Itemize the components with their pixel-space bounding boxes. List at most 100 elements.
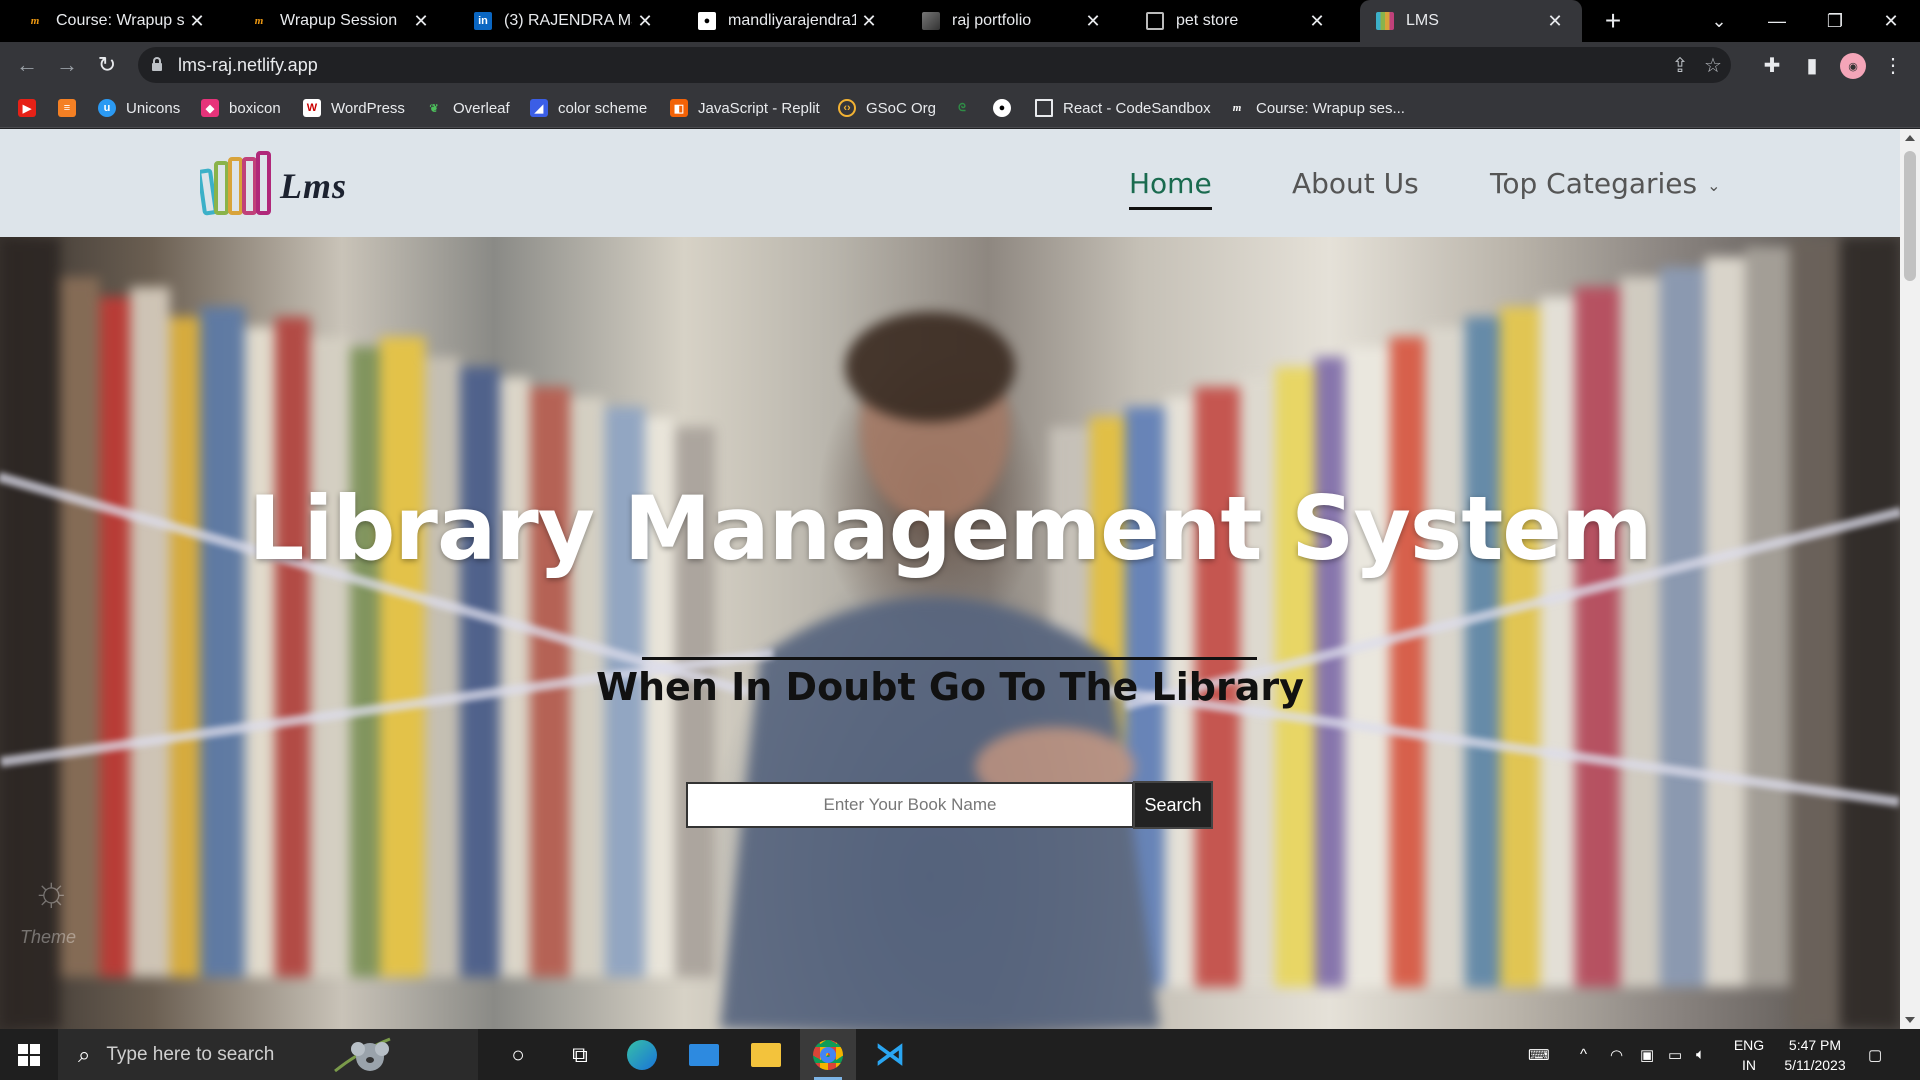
bookmark-star-icon[interactable]: ☆ xyxy=(1701,53,1725,77)
file-explorer-icon[interactable] xyxy=(738,1029,794,1080)
library-background-image xyxy=(0,237,1900,1029)
mail-icon[interactable] xyxy=(676,1029,732,1080)
koala-search-highlight-icon xyxy=(334,1037,391,1073)
nav-dropdown-label: Top Categaries xyxy=(1490,167,1698,200)
books-logo-icon xyxy=(197,151,271,216)
browser-tab-active[interactable]: LMS ✕ xyxy=(1360,0,1582,42)
browser-tab-strip: m Course: Wrapup sessio ✕ m Wrapup Sessi… xyxy=(0,0,1920,42)
wordpress-icon: W xyxy=(303,99,321,117)
taskbar-search-box[interactable]: ⌕ Type here to search xyxy=(58,1029,478,1080)
bookmark-item[interactable]: ◆ boxicon xyxy=(201,96,281,120)
browser-tab[interactable]: m Wrapup Session ✕ xyxy=(224,0,448,42)
clock-date: 5/11/2023 xyxy=(1784,1057,1846,1073)
tab-search-chevron-icon[interactable]: ⌄ xyxy=(1690,0,1748,42)
edge-icon[interactable] xyxy=(614,1029,670,1080)
scroll-up-arrow-icon[interactable] xyxy=(1905,135,1915,141)
keyboard-icon[interactable]: ⌨ xyxy=(1528,1029,1550,1080)
linkedin-icon: in xyxy=(474,12,492,30)
url-text[interactable]: lms-raj.netlify.app xyxy=(178,55,318,76)
bookmark-label: Overleaf xyxy=(453,99,510,117)
hero-section: Library Management System When In Doubt … xyxy=(0,237,1900,1029)
close-icon[interactable]: ✕ xyxy=(1542,8,1568,34)
window-close-icon[interactable]: ✕ xyxy=(1862,0,1920,42)
bookmark-item[interactable]: ◧ JavaScript - Replit xyxy=(670,96,820,120)
bookmark-item[interactable]: React - CodeSandbox xyxy=(1035,96,1211,120)
start-button[interactable] xyxy=(0,1029,58,1080)
language-indicator[interactable]: ENG IN xyxy=(1732,1035,1766,1075)
web-page: Lms Home About Us Top Categaries ⌄ Libra… xyxy=(0,129,1900,1029)
notifications-icon[interactable]: ▢ xyxy=(1868,1029,1882,1080)
vscode-icon[interactable]: ⋊ xyxy=(862,1029,918,1080)
battery-icon[interactable]: ▭ xyxy=(1668,1029,1682,1080)
volume-icon[interactable]: 🔈︎ xyxy=(1696,1029,1705,1080)
tab-title: (3) RAJENDRA Mandli xyxy=(504,12,632,29)
sun-icon: ☼ xyxy=(32,867,71,914)
close-icon[interactable]: ✕ xyxy=(1080,8,1106,34)
side-panel-icon[interactable]: ▮ xyxy=(1797,50,1827,80)
bookmarks-bar: ▶ ≡ u Unicons ◆ boxicon W WordPress ❦ Ov… xyxy=(0,88,1920,128)
clock-time: 5:47 PM xyxy=(1788,1037,1842,1053)
new-tab-plus-icon[interactable]: + xyxy=(1598,5,1628,36)
lock-icon[interactable] xyxy=(152,57,162,71)
extensions-puzzle-icon[interactable]: ✚ xyxy=(1757,50,1787,80)
tray-chevron-up-icon[interactable]: ^ xyxy=(1580,1029,1587,1080)
gfg-icon: ᘓ xyxy=(958,101,966,114)
forward-arrow-icon[interactable]: → xyxy=(52,50,82,80)
system-clock[interactable]: 5:47 PM 5/11/2023 xyxy=(1770,1035,1860,1075)
share-icon[interactable]: ⇪ xyxy=(1668,53,1692,77)
taskbar-search-placeholder: Type here to search xyxy=(106,1043,275,1065)
close-icon[interactable]: ✕ xyxy=(1304,8,1330,34)
bookmark-item[interactable]: ◢ color scheme xyxy=(530,96,647,120)
overleaf-icon: ❦ xyxy=(429,102,439,115)
browser-tab[interactable]: raj portfolio ✕ xyxy=(896,0,1120,42)
close-icon[interactable]: ✕ xyxy=(856,8,882,34)
nav-link-home[interactable]: Home xyxy=(1129,167,1212,210)
minimize-icon[interactable]: — xyxy=(1748,0,1806,42)
site-logo[interactable]: Lms xyxy=(197,151,370,217)
nav-dropdown-categories[interactable]: Top Categaries ⌄ xyxy=(1490,167,1721,200)
task-view-icon[interactable]: ⧉ xyxy=(552,1029,608,1080)
menu-kebab-icon[interactable]: ⋮ xyxy=(1878,50,1908,80)
book-search-input[interactable] xyxy=(686,782,1134,828)
browser-tab[interactable]: m Course: Wrapup sessio ✕ xyxy=(0,0,224,42)
bookmark-item[interactable]: ▶ xyxy=(18,96,46,120)
tab-title: mandliyarajendra11 (r xyxy=(728,12,856,29)
bookmark-item[interactable]: u Unicons xyxy=(98,96,180,120)
bookmark-label: WordPress xyxy=(331,99,405,117)
hero-title: Library Management System xyxy=(248,477,1652,580)
restore-icon[interactable]: ❐ xyxy=(1806,0,1864,42)
bookmark-item[interactable]: ≡ xyxy=(58,96,86,120)
browser-tab[interactable]: ● mandliyarajendra11 (r ✕ xyxy=(672,0,896,42)
bookmark-item[interactable]: m Course: Wrapup ses... xyxy=(1228,96,1405,120)
theme-toggle[interactable]: ☼ Theme xyxy=(20,867,90,957)
meet-now-icon[interactable]: ▣ xyxy=(1640,1029,1654,1080)
reload-icon[interactable]: ↻ xyxy=(92,50,122,80)
bookmark-item[interactable]: ‹› GSoC Org xyxy=(838,96,936,120)
bookmark-item[interactable]: ᘓ xyxy=(953,96,981,120)
scroll-down-arrow-icon[interactable] xyxy=(1905,1017,1915,1023)
scrollbar-thumb[interactable] xyxy=(1904,151,1916,281)
bookmark-item[interactable]: ❦ Overleaf xyxy=(425,96,510,120)
bookmark-label: React - CodeSandbox xyxy=(1063,99,1211,117)
color-scheme-icon: ◢ xyxy=(530,99,548,117)
search-button[interactable]: Search xyxy=(1133,781,1213,829)
close-icon[interactable]: ✕ xyxy=(184,8,210,34)
browser-tab[interactable]: in (3) RAJENDRA Mandli ✕ xyxy=(448,0,672,42)
chrome-icon[interactable] xyxy=(800,1029,856,1080)
bookmark-item[interactable]: ● xyxy=(993,96,1021,120)
mn-icon: m xyxy=(30,15,40,27)
profile-avatar[interactable]: ◉ xyxy=(1840,53,1866,79)
github-icon: ● xyxy=(698,12,716,30)
bookmark-label: color scheme xyxy=(558,99,648,117)
page-scrollbar[interactable] xyxy=(1900,129,1920,1029)
browser-tab[interactable]: pet store ✕ xyxy=(1120,0,1344,42)
bookmark-item[interactable]: W WordPress xyxy=(303,96,405,120)
cortana-icon[interactable]: ○ xyxy=(490,1029,546,1080)
address-bar[interactable]: lms-raj.netlify.app ⇪ ☆ xyxy=(138,47,1731,83)
nav-link-about[interactable]: About Us xyxy=(1292,167,1419,200)
hero-divider xyxy=(642,657,1257,660)
back-arrow-icon[interactable]: ← xyxy=(12,50,42,80)
close-icon[interactable]: ✕ xyxy=(632,8,658,34)
close-icon[interactable]: ✕ xyxy=(408,8,434,34)
wifi-icon[interactable]: ◠ xyxy=(1610,1029,1623,1080)
